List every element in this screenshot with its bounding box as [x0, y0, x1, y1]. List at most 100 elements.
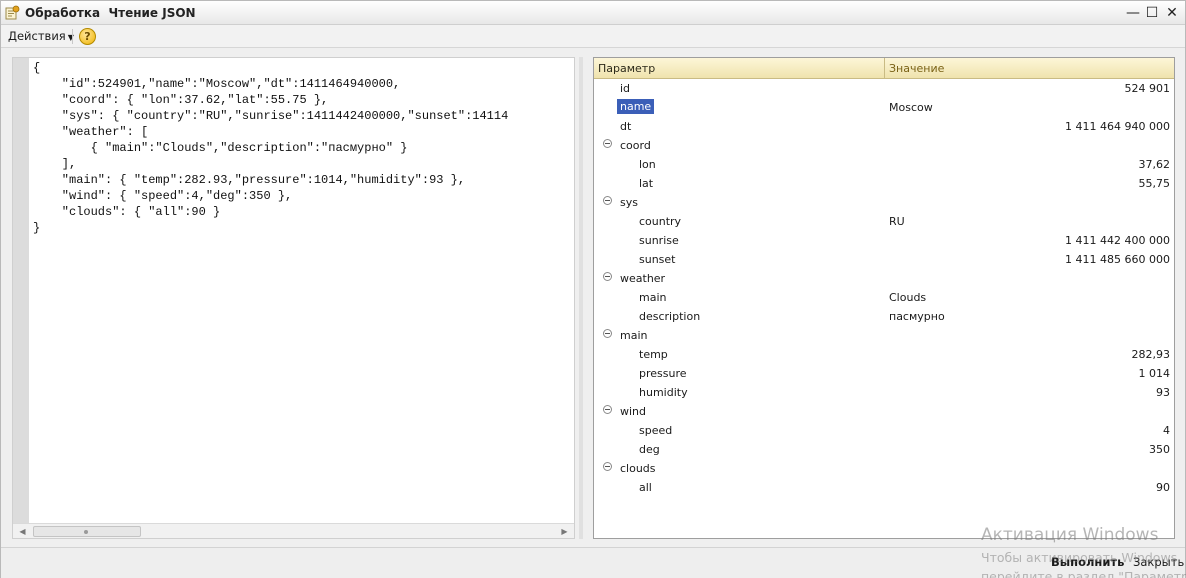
tree-value: 55,75	[1138, 177, 1171, 190]
collapse-icon[interactable]	[603, 139, 612, 148]
tree-key: sys	[620, 196, 638, 209]
collapse-icon[interactable]	[603, 405, 612, 414]
tree-value: 1 014	[1138, 367, 1171, 380]
tree-group-row[interactable]: sys	[594, 193, 1174, 212]
json-tree-table[interactable]: Параметр Значение id 524 901 name Moscow dt 1…	[593, 57, 1175, 539]
tree-row[interactable]: lon 37,62	[594, 155, 1174, 174]
tree-row[interactable]: description пасмурно	[594, 307, 1174, 326]
editor-gutter	[13, 58, 29, 524]
tree-key: description	[639, 310, 701, 323]
tree-value: 350	[1149, 443, 1170, 456]
json-line: "coord": { "lon":37.62,"lat":55.75 },	[33, 93, 329, 107]
tree-group-row[interactable]: clouds	[594, 459, 1174, 478]
tree-value: 93	[1156, 386, 1170, 399]
tree-header: Параметр Значение	[594, 58, 1174, 79]
tree-key: dt	[620, 120, 632, 133]
scrollbar-thumb[interactable]	[33, 526, 141, 537]
tree-row[interactable]: pressure 1 014	[594, 364, 1174, 383]
column-header-value[interactable]: Значение	[889, 62, 944, 75]
collapse-icon[interactable]	[603, 272, 612, 281]
actions-menu-button[interactable]: Действия ▼	[8, 29, 74, 43]
json-line: "wind": { "speed":4,"deg":350 },	[33, 189, 293, 203]
tree-row[interactable]: main Clouds	[594, 288, 1174, 307]
processing-window: Обработка Чтение JSON — ☐ ✕ Действия ▼ ? …	[0, 0, 1186, 578]
tree-key: all	[639, 481, 652, 494]
tree-key: weather	[620, 272, 666, 285]
tree-row[interactable]: deg 350	[594, 440, 1174, 459]
tree-group-row[interactable]: wind	[594, 402, 1174, 421]
scroll-left-icon[interactable]: ◀	[15, 525, 30, 538]
tree-row[interactable]: all 90	[594, 478, 1174, 497]
tree-key: lat	[639, 177, 654, 190]
tree-group-row[interactable]: weather	[594, 269, 1174, 288]
maximize-button[interactable]: ☐	[1142, 4, 1162, 22]
json-text-content[interactable]: { "id":524901,"name":"Moscow","dt":14114…	[33, 60, 573, 520]
tree-row[interactable]: name Moscow	[594, 98, 1174, 117]
column-divider[interactable]	[884, 58, 885, 79]
json-line: "clouds": { "all":90 }	[33, 205, 221, 219]
actions-menu-label: Действия	[8, 29, 66, 43]
tree-key: lon	[639, 158, 656, 171]
tree-value: пасмурно	[889, 310, 945, 323]
toolbar-separator	[72, 29, 73, 44]
help-button[interactable]: ?	[79, 28, 96, 45]
tree-group-row[interactable]: coord	[594, 136, 1174, 155]
json-line: "sys": { "country":"RU","sunrise":141144…	[33, 109, 509, 123]
close-button[interactable]: Закрыть	[1133, 555, 1184, 569]
horizontal-scrollbar[interactable]: ◀ ▶	[13, 523, 574, 538]
json-line: { "main":"Clouds","description":"пасмурн…	[33, 141, 408, 155]
minimize-button[interactable]: —	[1123, 4, 1143, 22]
toolbar: Действия ▼ ?	[1, 25, 1185, 48]
tree-value: 282,93	[1131, 348, 1171, 361]
tree-key: main	[620, 329, 648, 342]
tree-value: Moscow	[889, 101, 933, 114]
tree-key: pressure	[639, 367, 687, 380]
tree-row[interactable]: id 524 901	[594, 79, 1174, 98]
tree-key: coord	[620, 139, 651, 152]
json-text-editor[interactable]: { "id":524901,"name":"Moscow","dt":14114…	[12, 57, 575, 539]
close-window-button[interactable]: ✕	[1162, 4, 1182, 22]
tree-key: country	[639, 215, 682, 228]
column-header-parameter[interactable]: Параметр	[598, 62, 655, 75]
tree-row[interactable]: sunset 1 411 485 660 000	[594, 250, 1174, 269]
tree-value: 4	[1163, 424, 1170, 437]
json-line: "weather": [	[33, 125, 149, 139]
json-line: {	[33, 61, 41, 75]
window-title: Обработка Чтение JSON	[25, 6, 196, 20]
tree-value: 90	[1156, 481, 1170, 494]
json-line: "main": { "temp":282.93,"pressure":1014,…	[33, 173, 466, 187]
tree-group-row[interactable]: main	[594, 326, 1174, 345]
collapse-icon[interactable]	[603, 196, 612, 205]
title-bar[interactable]: Обработка Чтение JSON — ☐ ✕	[1, 1, 1185, 25]
panel-splitter[interactable]	[579, 57, 583, 539]
scroll-right-icon[interactable]: ▶	[557, 525, 572, 538]
json-line: "id":524901,"name":"Moscow","dt":1411464…	[33, 77, 401, 91]
tree-row[interactable]: speed 4	[594, 421, 1174, 440]
tree-value: 37,62	[1138, 158, 1171, 171]
tree-row[interactable]: temp 282,93	[594, 345, 1174, 364]
tree-key: humidity	[639, 386, 688, 399]
tree-row[interactable]: country RU	[594, 212, 1174, 231]
run-button[interactable]: Выполнить	[1051, 555, 1124, 569]
tree-row[interactable]: dt 1 411 464 940 000	[594, 117, 1174, 136]
tree-row[interactable]: sunrise 1 411 442 400 000	[594, 231, 1174, 250]
scrollbar-grip-icon	[84, 530, 88, 534]
tree-key: wind	[620, 405, 647, 418]
collapse-icon[interactable]	[603, 462, 612, 471]
tree-row[interactable]: lat 55,75	[594, 174, 1174, 193]
tree-key: sunrise	[639, 234, 679, 247]
tree-value: Clouds	[889, 291, 927, 304]
tree-key: sunset	[639, 253, 676, 266]
collapse-icon[interactable]	[603, 329, 612, 338]
tree-key: clouds	[620, 462, 656, 475]
tree-key: name	[617, 99, 655, 114]
tree-value: 1 411 442 400 000	[1065, 234, 1170, 247]
tree-key: main	[639, 291, 667, 304]
json-line: }	[33, 221, 41, 235]
tree-row[interactable]: humidity 93	[594, 383, 1174, 402]
tree-value: 1 411 464 940 000	[1065, 120, 1170, 133]
tree-key: deg	[639, 443, 660, 456]
tree-key: speed	[639, 424, 673, 437]
tree-key: id	[620, 82, 631, 95]
processing-icon	[5, 5, 20, 20]
